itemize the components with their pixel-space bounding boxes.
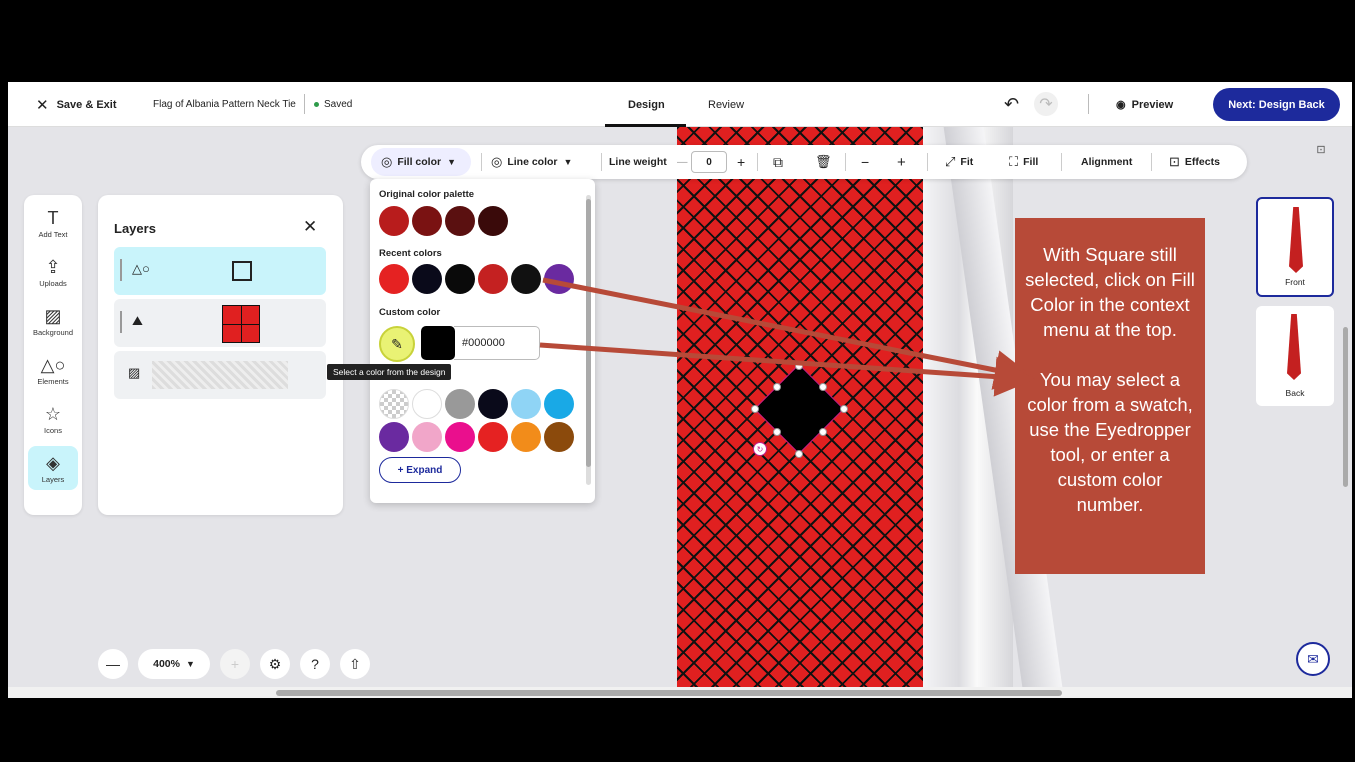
tie-thumbnail bbox=[1287, 314, 1301, 380]
settings-icon[interactable]: ⚙ bbox=[260, 649, 290, 679]
design-app: ✕ Save & Exit Flag of Albania Pattern Ne… bbox=[8, 82, 1352, 698]
focus-icon[interactable]: ⊡ bbox=[1311, 139, 1331, 159]
annotation-arrows bbox=[539, 277, 1035, 397]
zoom-out-button[interactable]: — bbox=[98, 649, 128, 679]
share-icon[interactable]: ⇧ bbox=[340, 649, 370, 679]
zoom-select[interactable]: 400% ▼ bbox=[138, 649, 210, 679]
view-label: Front bbox=[1285, 277, 1305, 287]
zoom-in-button[interactable]: + bbox=[220, 649, 250, 679]
vertical-scrollbar[interactable] bbox=[1340, 127, 1350, 687]
view-front[interactable]: Front bbox=[1256, 197, 1334, 297]
view-label: Back bbox=[1285, 388, 1305, 398]
help-icon[interactable]: ? bbox=[300, 649, 330, 679]
tie-thumbnail bbox=[1289, 207, 1303, 273]
zoom-value: 400% bbox=[153, 658, 180, 670]
zoom-bar: — 400% ▼ + ⚙ ? ⇧ bbox=[98, 649, 380, 679]
horizontal-scrollbar[interactable] bbox=[8, 687, 1352, 698]
view-back[interactable]: Back bbox=[1256, 306, 1334, 406]
caret-down-icon: ▼ bbox=[185, 659, 195, 669]
chat-icon[interactable]: ✉ bbox=[1296, 642, 1330, 676]
